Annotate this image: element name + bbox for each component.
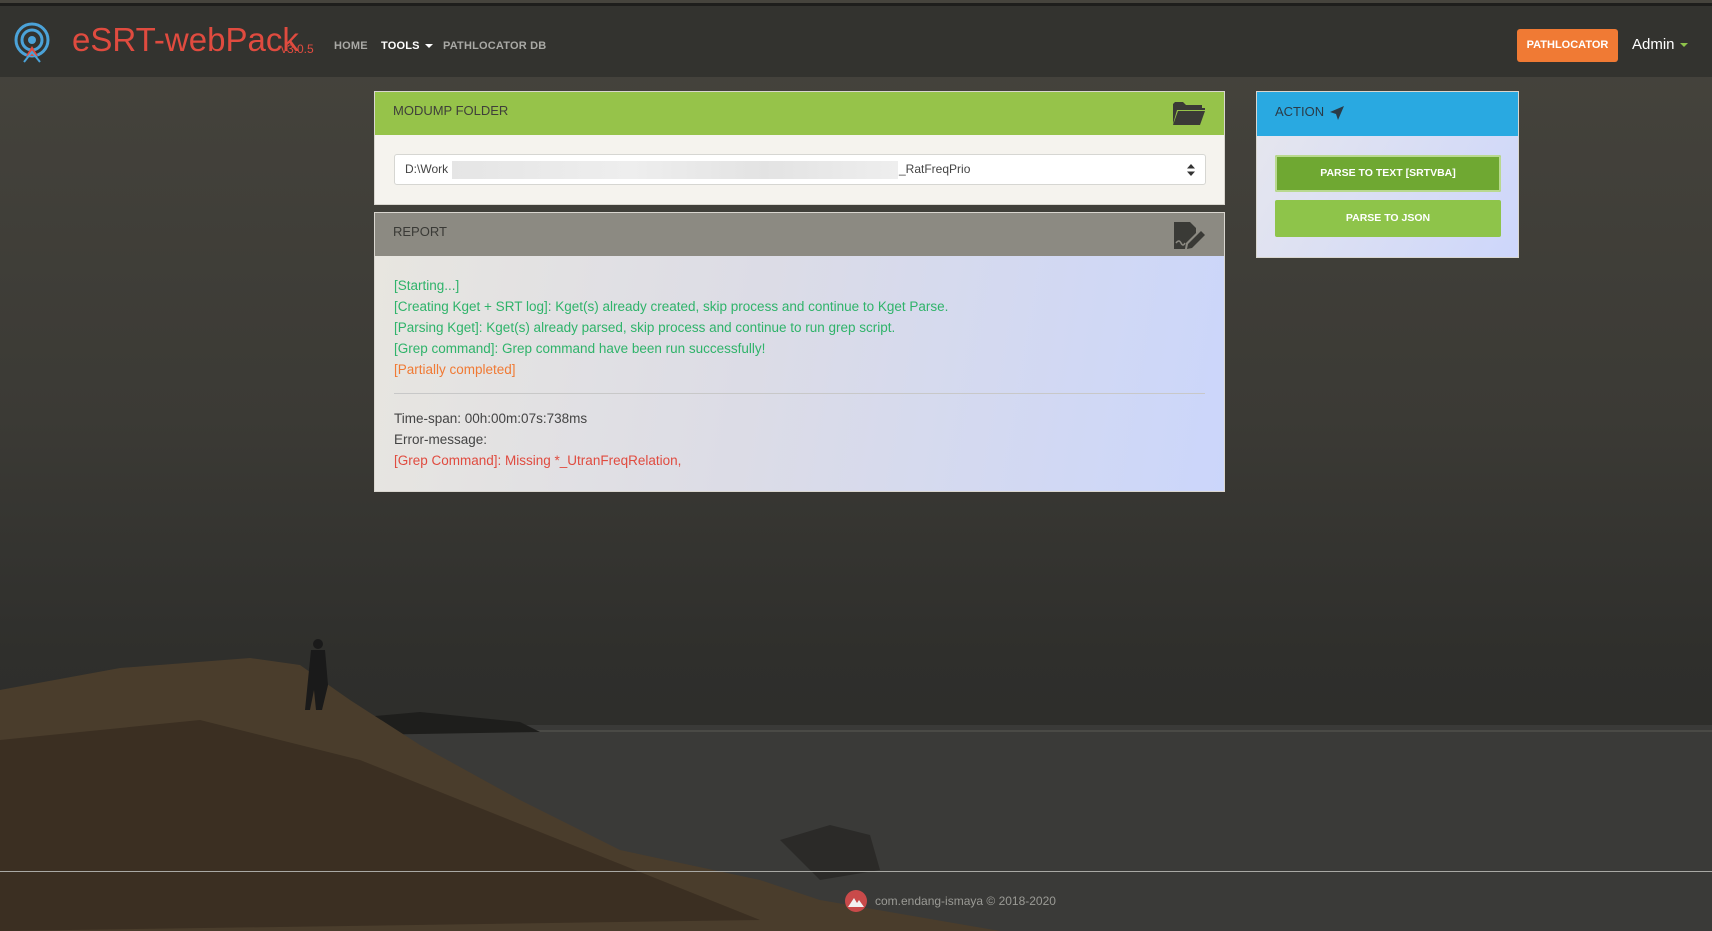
nav-home[interactable]: HOME xyxy=(334,40,368,52)
edit-document-icon xyxy=(1174,222,1205,249)
nav-pathlocator-db[interactable]: PATHLOCATOR DB xyxy=(443,40,546,52)
caret-down-icon xyxy=(1679,43,1688,48)
report-log-line: [Grep command]: Grep command have been r… xyxy=(394,341,766,356)
brand-title[interactable]: eSRT-webPack xyxy=(72,21,299,59)
pathlocator-button[interactable]: PATHLOCATOR xyxy=(1517,29,1618,62)
user-name: Admin xyxy=(1632,36,1675,53)
report-timespan: Time-span: 00h:00m:07s:738ms xyxy=(394,411,588,426)
report-card-header: REPORT xyxy=(375,213,1224,256)
report-error-detail: [Grep Command]: Missing *_UtranFreqRelat… xyxy=(394,453,682,468)
parse-to-text-button[interactable]: PARSE TO TEXT [SRTVBA] xyxy=(1275,155,1501,192)
action-card-title: ACTION xyxy=(1275,104,1325,119)
report-log-line: [Starting...] xyxy=(394,278,460,293)
report-card: REPORT [Starting...] [Creating Kget + SR… xyxy=(374,212,1225,492)
sort-arrows-icon xyxy=(1187,164,1195,176)
modump-card-header: MODUMP FOLDER xyxy=(375,92,1224,135)
folder-path-end: _RatFreqPrio xyxy=(899,162,971,176)
footer-copyright: com.endang-ismaya © 2018-2020 xyxy=(875,894,1056,908)
report-error-label: Error-message: xyxy=(394,432,488,447)
modump-card-title: MODUMP FOLDER xyxy=(393,103,509,118)
user-menu-dropdown[interactable]: Admin xyxy=(1632,36,1688,53)
action-card-header: ACTION xyxy=(1257,92,1518,136)
avatar-icon xyxy=(845,890,867,912)
nav-tools-label: TOOLS xyxy=(381,40,420,52)
folder-path-start: D:\Work xyxy=(405,162,449,176)
paper-plane-icon xyxy=(1329,105,1344,120)
modump-folder-card: MODUMP FOLDER D:\Work _RatFreqPrio xyxy=(374,91,1225,205)
top-navbar: eSRT-webPack v3.0.5 HOME TOOLS PATHLOCAT… xyxy=(0,3,1712,77)
folder-open-icon xyxy=(1173,102,1205,125)
report-body: [Starting...] [Creating Kget + SRT log]:… xyxy=(394,275,1205,471)
redacted-path-segment xyxy=(452,161,898,179)
nav-tools-dropdown[interactable]: TOOLS xyxy=(381,40,433,52)
report-log-line: [Parsing Kget]: Kget(s) already parsed, … xyxy=(394,320,896,335)
report-divider xyxy=(394,393,1205,394)
modump-folder-select[interactable]: D:\Work _RatFreqPrio xyxy=(394,154,1206,185)
parse-to-json-button[interactable]: PARSE TO JSON xyxy=(1275,200,1501,237)
report-status-line: [Partially completed] xyxy=(394,362,516,377)
report-card-title: REPORT xyxy=(393,224,447,239)
footer-divider xyxy=(0,871,1712,872)
caret-down-icon xyxy=(424,44,433,49)
action-card: ACTION PARSE TO TEXT [SRTVBA] PARSE TO J… xyxy=(1256,91,1519,258)
report-log-line: [Creating Kget + SRT log]: Kget(s) alrea… xyxy=(394,299,949,314)
brand-version: v3.0.5 xyxy=(281,42,314,56)
radar-icon[interactable] xyxy=(14,22,50,64)
